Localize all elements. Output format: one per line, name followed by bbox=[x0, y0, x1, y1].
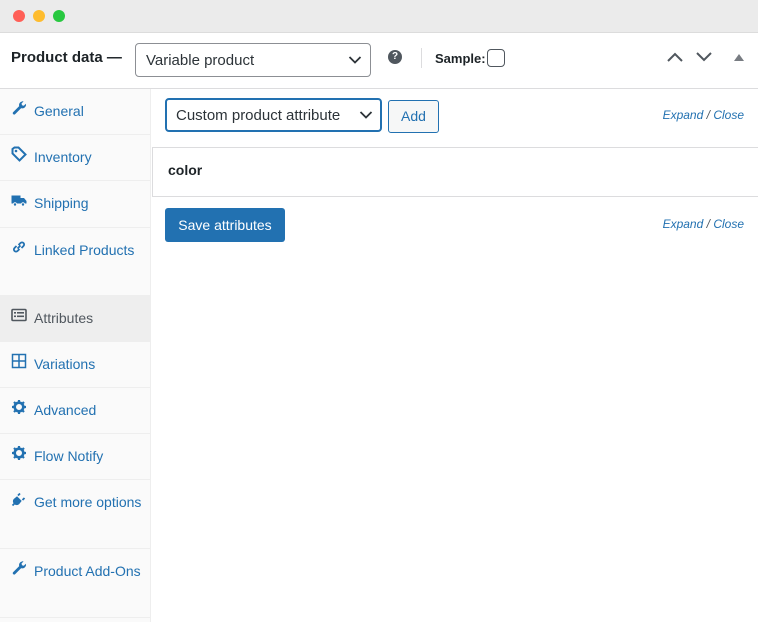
product-type-value: Variable product bbox=[146, 52, 255, 69]
tab-linked-products[interactable]: Linked Products bbox=[0, 228, 150, 296]
tab-get-more-options[interactable]: Get more options bbox=[0, 480, 150, 549]
tab-variations[interactable]: Variations bbox=[0, 342, 150, 388]
attribute-type-value: Custom product attribute bbox=[176, 107, 341, 124]
tab-product-add-ons[interactable]: Product Add-Ons bbox=[0, 549, 150, 618]
expand-all-link[interactable]: Expand bbox=[663, 217, 704, 231]
chevron-down-icon bbox=[348, 56, 362, 64]
product-type-select[interactable]: Variable product bbox=[135, 43, 371, 77]
tab-label: General bbox=[34, 103, 84, 119]
help-icon[interactable]: ? bbox=[388, 50, 402, 64]
product-data-tabs: General Inventory Shipping Linked Produc… bbox=[0, 89, 151, 622]
tab-inventory[interactable]: Inventory bbox=[0, 135, 150, 181]
chevron-down-icon bbox=[359, 111, 373, 119]
product-data-title: Product data — bbox=[11, 49, 122, 66]
expand-all-link[interactable]: Expand bbox=[663, 108, 704, 122]
attribute-row[interactable]: color bbox=[152, 147, 758, 197]
header-divider bbox=[421, 48, 422, 68]
expand-close-links-bottom: Expand / Close bbox=[663, 217, 744, 231]
tab-label: Linked Products bbox=[34, 242, 135, 258]
tab-label: Get more options bbox=[34, 494, 142, 510]
move-up-icon[interactable] bbox=[666, 51, 684, 63]
close-all-link[interactable]: Close bbox=[713, 108, 744, 122]
attribute-type-select[interactable]: Custom product attribute bbox=[165, 98, 382, 132]
close-window-button[interactable] bbox=[13, 10, 25, 22]
attributes-panel: Custom product attribute Add Expand / Cl… bbox=[151, 89, 758, 622]
maximize-window-button[interactable] bbox=[53, 10, 65, 22]
tab-label: Shipping bbox=[34, 195, 89, 211]
save-attributes-button[interactable]: Save attributes bbox=[165, 208, 285, 242]
product-data-header: Product data — Variable product ? Sample… bbox=[0, 33, 758, 89]
tab-flow-notify[interactable]: Flow Notify bbox=[0, 434, 150, 480]
tab-label: Advanced bbox=[34, 402, 97, 418]
link-separator: / bbox=[706, 217, 710, 231]
window-titlebar bbox=[0, 0, 758, 33]
attribute-name: color bbox=[168, 162, 203, 178]
minimize-window-button[interactable] bbox=[33, 10, 45, 22]
sample-checkbox[interactable] bbox=[487, 49, 505, 67]
tab-label: Attributes bbox=[34, 310, 94, 326]
tab-label: Variations bbox=[34, 356, 96, 372]
add-attribute-button[interactable]: Add bbox=[388, 100, 439, 133]
tab-attributes[interactable]: Attributes bbox=[0, 296, 150, 342]
sample-label: Sample: bbox=[435, 51, 486, 66]
expand-close-links-top: Expand / Close bbox=[663, 108, 744, 122]
tab-label: Product Add-Ons bbox=[34, 563, 141, 579]
tab-label: Flow Notify bbox=[34, 448, 104, 464]
tab-shipping[interactable]: Shipping bbox=[0, 181, 150, 228]
tab-general[interactable]: General bbox=[0, 89, 150, 135]
tab-label: Inventory bbox=[34, 149, 92, 165]
tab-advanced[interactable]: Advanced bbox=[0, 388, 150, 434]
move-down-icon[interactable] bbox=[695, 51, 713, 63]
link-separator: / bbox=[706, 108, 710, 122]
collapse-panel-icon[interactable] bbox=[734, 54, 744, 61]
close-all-link[interactable]: Close bbox=[713, 217, 744, 231]
